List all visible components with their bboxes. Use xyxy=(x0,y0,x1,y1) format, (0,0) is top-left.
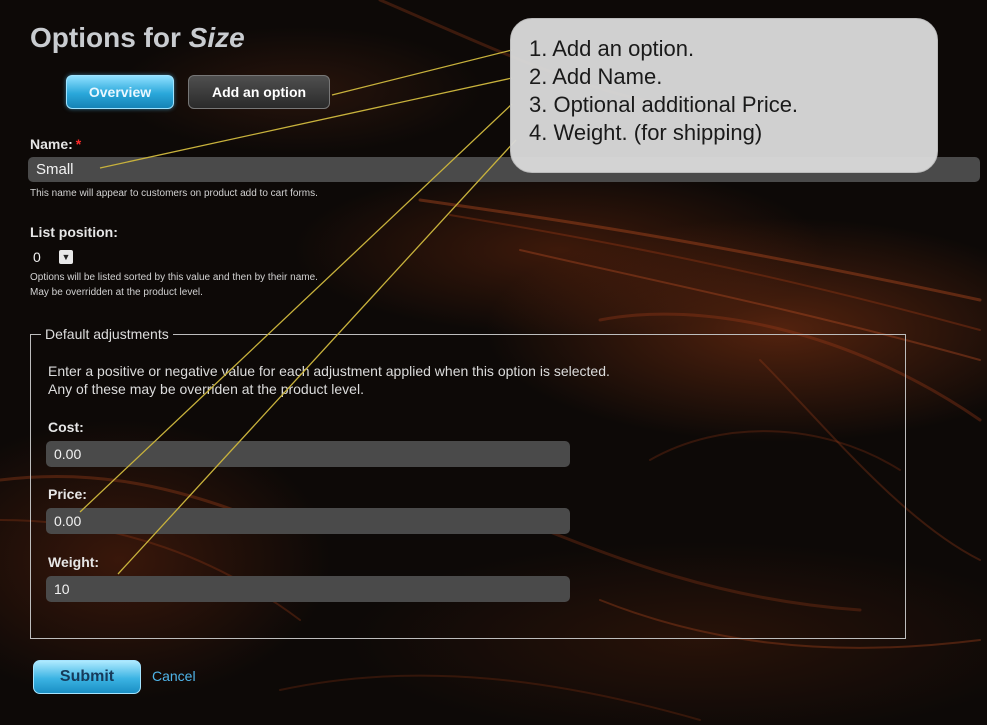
callout-step-1: 1. Add an option. xyxy=(529,36,695,61)
adjustments-description-2: Any of these may be overriden at the pro… xyxy=(48,381,364,397)
list-position-value: 0 xyxy=(33,248,41,265)
name-hint: This name will appear to customers on pr… xyxy=(30,188,318,199)
instructions-callout: 1. Add an option. 2. Add Name. 3. Option… xyxy=(510,18,938,173)
adjustments-description: Enter a positive or negative value for e… xyxy=(48,363,610,379)
page-title-subject: Size xyxy=(188,22,245,53)
tab-overview[interactable]: Overview xyxy=(66,75,174,109)
tab-overview-label: Overview xyxy=(88,84,152,100)
leader-line-add-option xyxy=(331,49,513,96)
tab-add-option[interactable]: Add an option xyxy=(188,75,330,109)
price-input[interactable] xyxy=(46,508,570,534)
callout-step-4: 4. Weight. (for shipping) xyxy=(529,120,763,145)
list-position-hint: Options will be listed sorted by this va… xyxy=(30,272,318,283)
list-position-label: List position: xyxy=(30,224,118,240)
tab-add-option-label: Add an option xyxy=(211,84,307,100)
cancel-link[interactable]: Cancel xyxy=(152,668,196,684)
page-title: Options for Size xyxy=(30,22,245,54)
price-label: Price: xyxy=(48,486,87,502)
name-label: Name: * xyxy=(30,136,81,152)
callout-step-2: 2. Add Name. xyxy=(529,64,663,89)
default-adjustments-legend: Default adjustments xyxy=(45,326,169,342)
weight-input[interactable] xyxy=(46,576,570,602)
list-position-hint-2: May be overridden at the product level. xyxy=(30,287,203,298)
weight-label: Weight: xyxy=(48,554,100,570)
list-position-select[interactable]: 0 ▼ xyxy=(30,246,78,267)
cost-label: Cost: xyxy=(48,419,84,435)
submit-button[interactable]: Submit xyxy=(33,660,141,694)
required-marker: * xyxy=(75,136,82,152)
name-label-text: Name: xyxy=(30,136,73,152)
cost-input[interactable] xyxy=(46,441,570,467)
chevron-down-icon: ▼ xyxy=(59,249,73,264)
page-title-prefix: Options for xyxy=(30,22,181,53)
callout-step-3: 3. Optional additional Price. xyxy=(529,92,799,117)
